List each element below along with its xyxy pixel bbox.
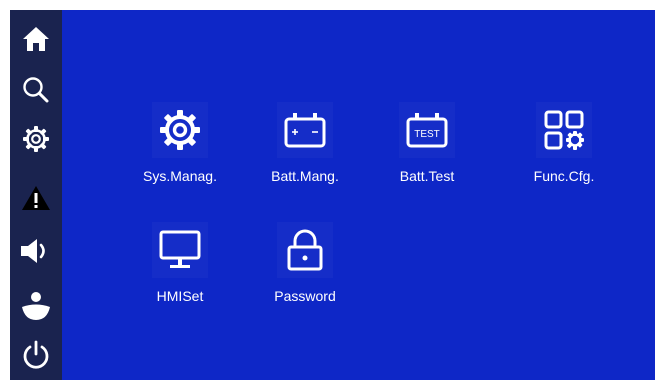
- sidebar-item-home[interactable]: [10, 16, 62, 62]
- sidebar-item-settings[interactable]: [10, 116, 62, 162]
- speaker-icon: [19, 236, 53, 266]
- battery-test-text: TEST: [414, 129, 440, 140]
- password-button[interactable]: Password: [255, 222, 355, 332]
- sidebar-item-sound[interactable]: [10, 228, 62, 274]
- sidebar-item-search[interactable]: [10, 67, 62, 113]
- sidebar-item-power[interactable]: [10, 332, 62, 378]
- lock-icon: [277, 222, 333, 278]
- batt-mang-button[interactable]: Batt.Mang.: [255, 102, 355, 212]
- sys-manag-button[interactable]: Sys.Manag.: [130, 102, 230, 212]
- tile-label: HMISet: [156, 288, 204, 304]
- user-icon: [20, 290, 52, 322]
- gear-icon: [152, 102, 208, 158]
- monitor-icon: [152, 222, 208, 278]
- hmi-screen: Sys.Manag. Batt.Mang. TEST Batt.Test Fun…: [10, 10, 655, 380]
- battery-icon: [277, 102, 333, 158]
- home-icon: [21, 24, 51, 54]
- search-icon: [21, 75, 51, 105]
- function-config-icon: [536, 102, 592, 158]
- batt-test-button[interactable]: TEST Batt.Test: [377, 102, 477, 212]
- gear-icon: [22, 125, 50, 153]
- warning-icon: [21, 185, 51, 211]
- tile-label: Batt.Test: [399, 168, 455, 184]
- sidebar: [10, 10, 62, 380]
- sidebar-item-alarm[interactable]: [10, 175, 62, 221]
- battery-test-icon: TEST: [399, 102, 455, 158]
- func-cfg-button[interactable]: Func.Cfg.: [514, 102, 614, 212]
- tile-label: Password: [274, 288, 336, 304]
- tile-label: Func.Cfg.: [533, 168, 595, 184]
- sidebar-item-user[interactable]: [10, 283, 62, 329]
- hmi-set-button[interactable]: HMISet: [130, 222, 230, 332]
- power-icon: [21, 339, 51, 371]
- tile-label: Batt.Mang.: [271, 168, 339, 184]
- tile-label: Sys.Manag.: [143, 168, 217, 184]
